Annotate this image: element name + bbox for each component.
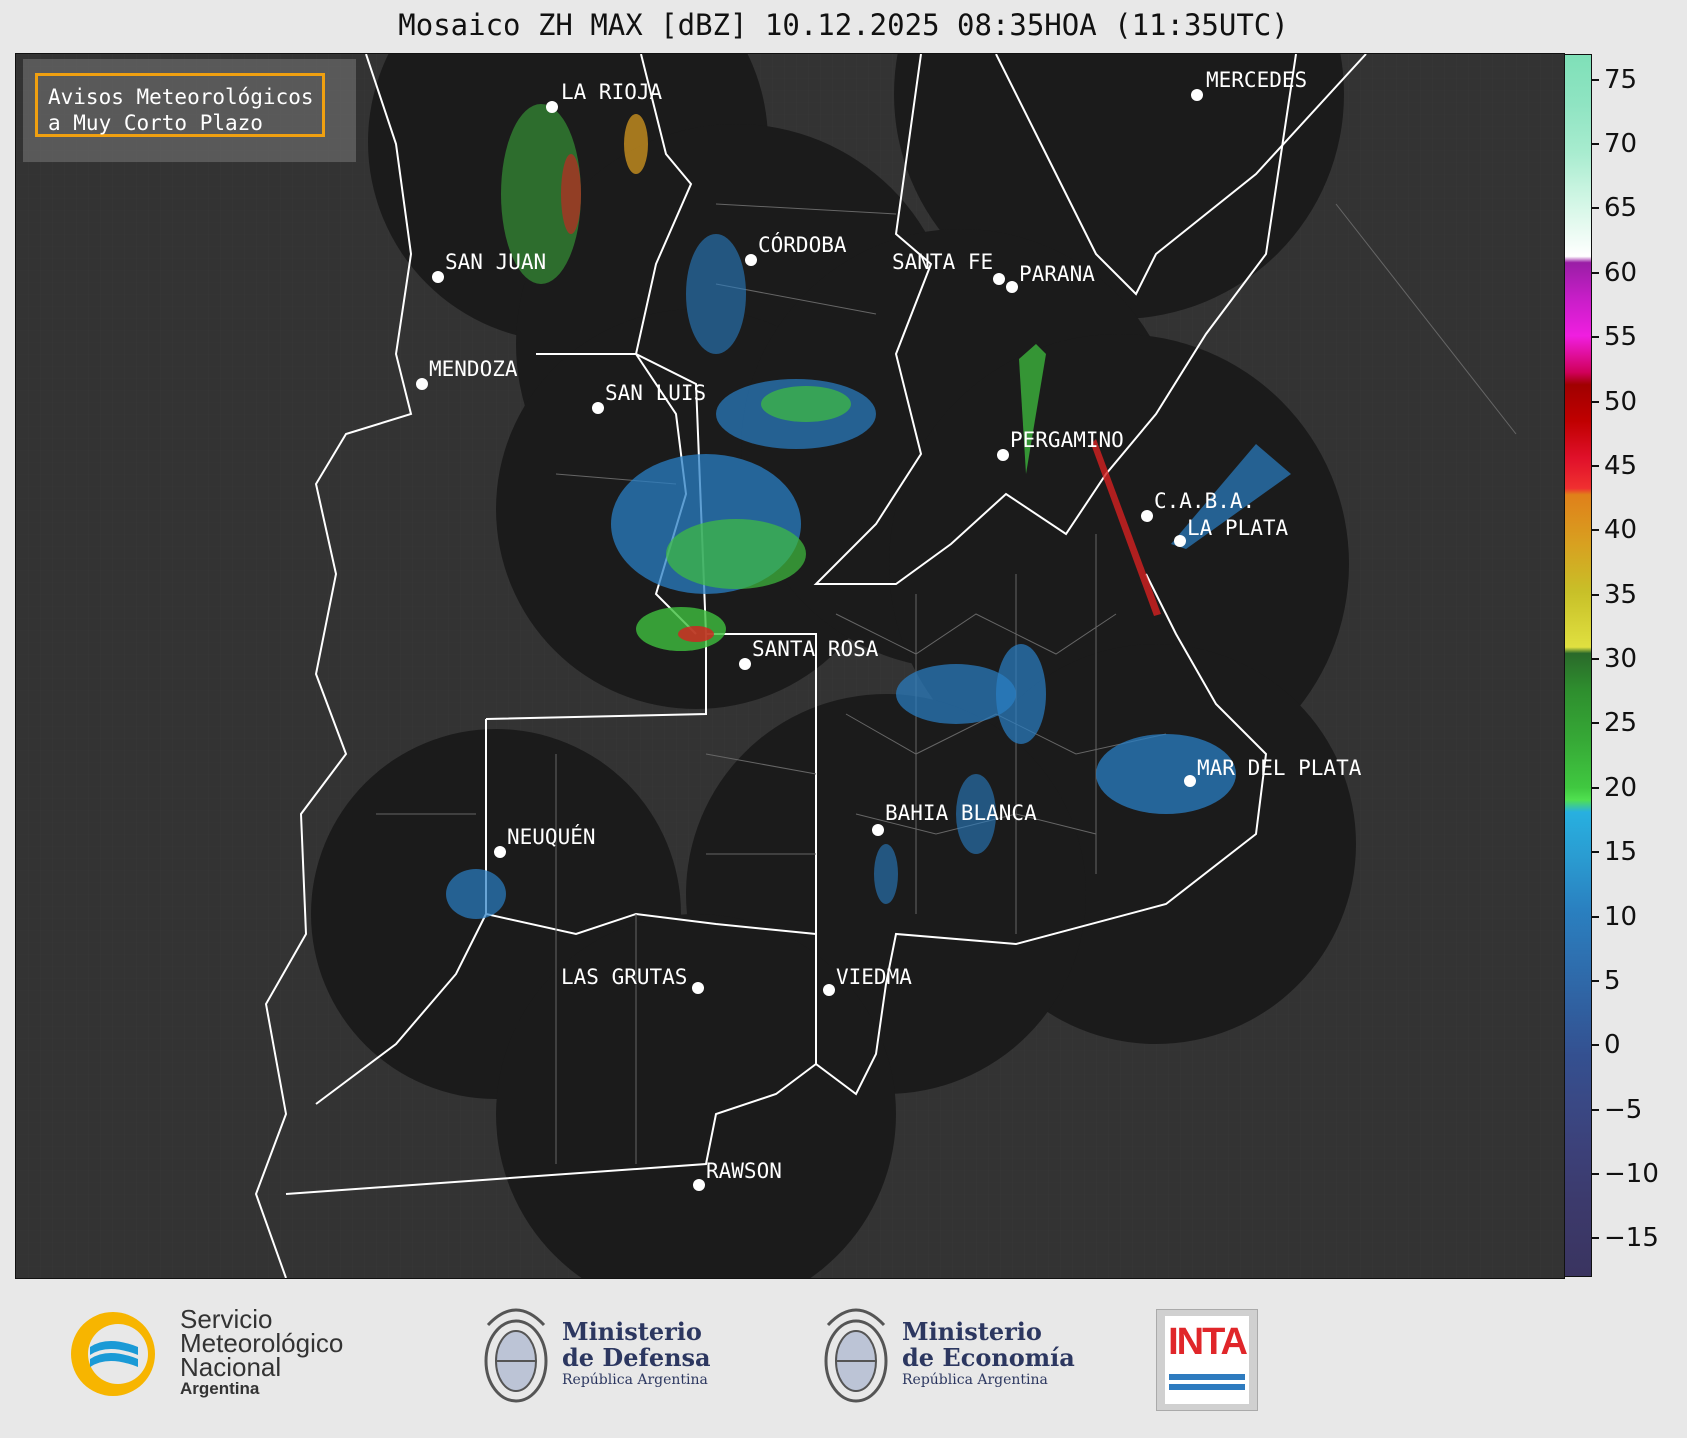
colorbar-tick xyxy=(1592,271,1599,274)
smn-emblem-icon xyxy=(71,1312,155,1396)
colorbar-tick xyxy=(1592,979,1599,982)
avisos-badge-box: Avisos Meteorológicos a Muy Corto Plazo xyxy=(35,73,325,137)
colorbar-tick xyxy=(1592,529,1599,532)
colorbar-tick xyxy=(1592,207,1599,210)
colorbar-tick-label: 20 xyxy=(1604,772,1638,803)
colorbar-tick xyxy=(1592,851,1599,854)
colorbar-tick-label: 5 xyxy=(1604,965,1621,996)
coat-of-arms-icon xyxy=(824,1308,888,1403)
colorbar-ticks: 75 70 65 60 55 50 45 40 35 30 25 20 15 10 5 0 −5 −10 −15 xyxy=(1592,54,1687,1277)
svg-text:LA RIOJA: LA RIOJA xyxy=(561,80,663,104)
radar-map[interactable]: LA RIOJA MERCEDES CÓRDOBA SAN JUAN SANTA… xyxy=(15,53,1565,1279)
defensa-line3: República Argentina xyxy=(562,1372,708,1388)
defensa-line1: Ministerio xyxy=(562,1317,702,1346)
svg-text:MERCEDES: MERCEDES xyxy=(1206,68,1307,92)
svg-text:PARANA: PARANA xyxy=(1019,262,1095,286)
colorbar-tick-label: 35 xyxy=(1604,579,1638,610)
colorbar-tick xyxy=(1592,658,1599,661)
avisos-badge: Avisos Meteorológicos a Muy Corto Plazo xyxy=(23,59,356,162)
colorbar-tick-label: 10 xyxy=(1604,901,1638,932)
colorbar-tick-label: 25 xyxy=(1604,708,1638,739)
inta-text: INTA xyxy=(1168,1321,1248,1363)
svg-text:LAS GRUTAS: LAS GRUTAS xyxy=(561,965,687,989)
svg-text:SANTA ROSA: SANTA ROSA xyxy=(752,637,879,661)
inta-logo: INTA xyxy=(1156,1309,1258,1411)
colorbar-tick xyxy=(1592,722,1599,725)
svg-text:BAHIA BLANCA: BAHIA BLANCA xyxy=(885,801,1037,825)
colorbar-tick-label: 50 xyxy=(1604,386,1638,417)
colorbar-tick xyxy=(1592,1108,1599,1111)
avisos-badge-line2: a Muy Corto Plazo xyxy=(48,111,263,135)
colorbar-tick xyxy=(1592,400,1599,403)
economia-line3: República Argentina xyxy=(902,1372,1048,1388)
colorbar-tick xyxy=(1592,143,1599,146)
colorbar-tick xyxy=(1592,593,1599,596)
colorbar-tick-label: 75 xyxy=(1604,64,1638,95)
coat-of-arms-icon xyxy=(484,1308,548,1403)
colorbar-tick-label: 0 xyxy=(1604,1030,1621,1061)
colorbar-tick-label: 55 xyxy=(1604,322,1638,353)
economia-line2: de Economía xyxy=(902,1343,1075,1372)
colorbar-tick xyxy=(1592,1237,1599,1240)
map-title: Mosaico ZH MAX [dBZ] 10.12.2025 08:35HOA… xyxy=(398,8,1289,42)
svg-text:CÓRDOBA: CÓRDOBA xyxy=(758,232,847,257)
svg-text:SAN JUAN: SAN JUAN xyxy=(445,250,546,274)
economia-logo: Ministerio de Economía República Argenti… xyxy=(818,1295,1078,1415)
smn-logo: Servicio Meteorológico Nacional Argentin… xyxy=(68,1306,388,1407)
svg-text:C.A.B.A.: C.A.B.A. xyxy=(1154,489,1255,513)
colorbar-tick-label: 70 xyxy=(1604,129,1638,160)
svg-text:VIEDMA: VIEDMA xyxy=(836,965,912,989)
colorbar-tick-label: 30 xyxy=(1604,644,1638,675)
svg-text:LA PLATA: LA PLATA xyxy=(1187,516,1289,540)
logo-strip: Servicio Meteorológico Nacional Argentin… xyxy=(0,1279,1687,1438)
colorbar-tick-label: 40 xyxy=(1604,515,1638,546)
svg-text:SANTA FE: SANTA FE xyxy=(892,250,993,274)
colorbar-tick-label: 15 xyxy=(1604,837,1638,868)
colorbar-tick xyxy=(1592,336,1599,339)
colorbar-tick xyxy=(1592,1173,1599,1175)
dbz-colorbar xyxy=(1564,54,1592,1277)
colorbar-tick-label: −10 xyxy=(1604,1159,1659,1189)
colorbar-tick xyxy=(1592,464,1599,467)
svg-text:RAWSON: RAWSON xyxy=(706,1159,782,1183)
colorbar-tick xyxy=(1592,78,1599,81)
map-canvas: LA RIOJA MERCEDES CÓRDOBA SAN JUAN SANTA… xyxy=(16,54,1564,1278)
svg-text:NEUQUÉN: NEUQUÉN xyxy=(507,824,596,849)
defensa-line2: de Defensa xyxy=(562,1343,711,1372)
economia-line1: Ministerio xyxy=(902,1317,1042,1346)
smn-line4: Argentina xyxy=(180,1379,260,1398)
colorbar-tick xyxy=(1592,786,1599,789)
colorbar-tick-label: 45 xyxy=(1604,450,1638,481)
colorbar-tick-label: 65 xyxy=(1604,193,1638,224)
svg-text:MENDOZA: MENDOZA xyxy=(429,357,518,381)
colorbar-tick-label: −15 xyxy=(1604,1223,1659,1254)
svg-text:SAN LUIS: SAN LUIS xyxy=(605,381,706,405)
avisos-badge-line1: Avisos Meteorológicos xyxy=(48,85,314,109)
colorbar-tick-label: 60 xyxy=(1604,257,1638,288)
defensa-logo: Ministerio de Defensa República Argentin… xyxy=(478,1295,738,1415)
svg-text:PERGAMINO: PERGAMINO xyxy=(1010,428,1124,452)
colorbar-tick xyxy=(1592,1044,1599,1047)
colorbar-tick xyxy=(1592,915,1599,918)
smn-line3: Nacional xyxy=(180,1352,282,1382)
svg-text:MAR DEL PLATA: MAR DEL PLATA xyxy=(1197,756,1362,780)
colorbar-tick-label: −5 xyxy=(1604,1094,1643,1125)
